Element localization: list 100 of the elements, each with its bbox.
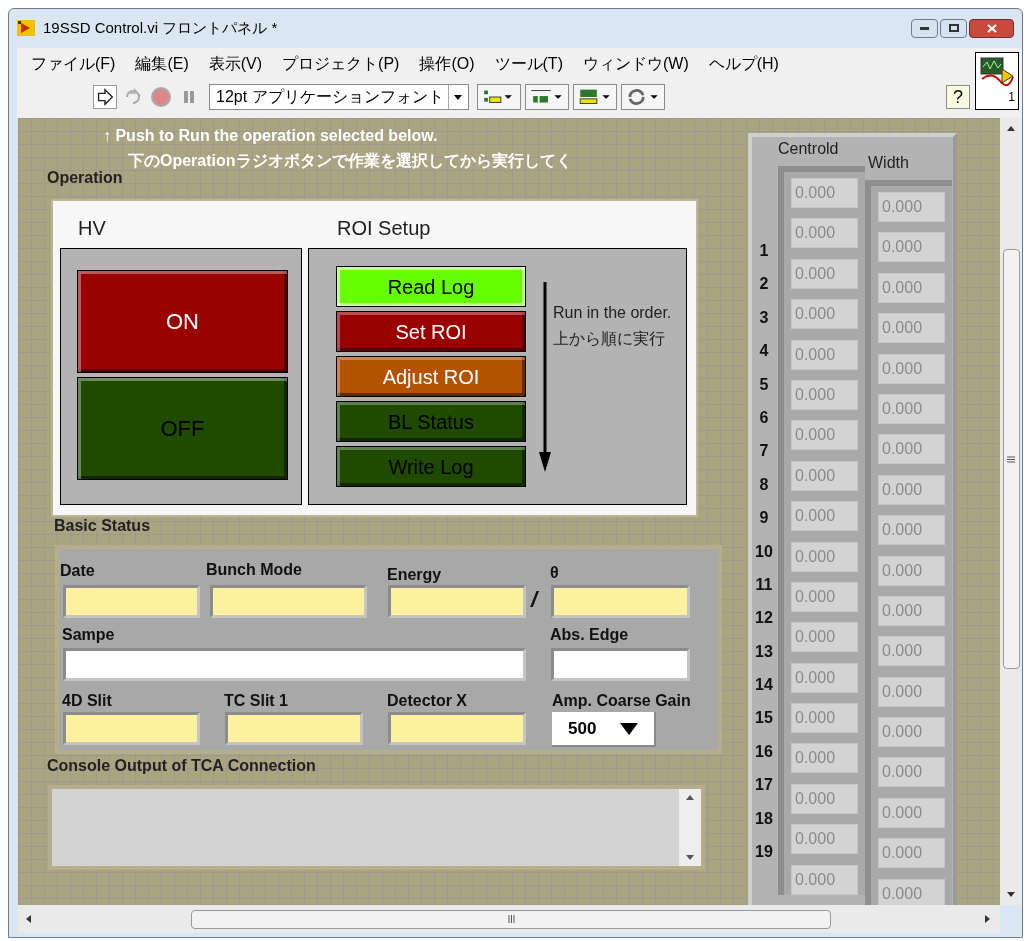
reorder-icon[interactable] [620, 84, 665, 110]
numeric-cell: 0.000 [878, 676, 945, 707]
separator-text: / [531, 586, 538, 614]
numeric-cell: 0.000 [878, 272, 945, 303]
scroll-thumb[interactable] [191, 909, 831, 929]
index-label: 19 [755, 842, 773, 863]
menu-item[interactable]: プロジェクト(P) [282, 52, 400, 76]
numeric-cell: 0.000 [878, 717, 945, 748]
numeric-cell: 0.000 [791, 501, 858, 532]
numeric-cell: 0.000 [791, 339, 858, 370]
numeric-cell: 0.000 [878, 515, 945, 546]
index-label: 12 [755, 608, 773, 629]
minimize-icon [920, 26, 929, 30]
numeric-cell: 0.000 [791, 743, 858, 774]
scroll-up-icon[interactable] [686, 795, 694, 800]
numeric-cell: 0.000 [878, 595, 945, 626]
menu-item[interactable]: ファイル(F) [31, 52, 116, 76]
scroll-thumb[interactable] [1002, 249, 1020, 669]
caret-icon [620, 722, 639, 735]
index-label: 18 [755, 808, 773, 829]
numeric-cell: 0.000 [791, 299, 858, 330]
radio-option[interactable]: Read Log [336, 266, 526, 307]
index-label: 11 [755, 574, 773, 595]
index-label: 4 [759, 341, 769, 362]
console-scrollbar[interactable] [679, 789, 701, 866]
index-label: 6 [759, 407, 769, 428]
scroll-up-icon[interactable] [1007, 126, 1015, 131]
help-button[interactable]: ? [946, 85, 970, 109]
numeric-cell: 0.000 [791, 581, 858, 612]
vertical-scrollbar[interactable] [1000, 118, 1022, 905]
index-label: 3 [759, 307, 769, 328]
numeric-cell: 0.000 [791, 541, 858, 572]
field-label: Abs. Edge [550, 625, 629, 645]
index-label: 10 [755, 541, 773, 562]
numeric-cell: 0.000 [878, 555, 945, 586]
group-label: Console Output of TCA Connection [47, 756, 316, 776]
array-label: Centrold [778, 139, 839, 159]
menu-item[interactable]: 表示(V) [208, 52, 263, 76]
input-field[interactable] [551, 648, 690, 681]
index-label: 2 [759, 274, 769, 295]
numeric-cell: 0.000 [791, 703, 858, 734]
index-label: 14 [755, 675, 773, 696]
minimize-button[interactable] [911, 18, 938, 38]
input-field[interactable] [63, 648, 526, 681]
index-label: 16 [755, 741, 773, 762]
scroll-right-icon[interactable] [985, 915, 990, 923]
font-dropdown[interactable]: 12pt アプリケーションフォント [209, 84, 469, 110]
maximize-button[interactable] [940, 18, 967, 38]
index-label: 17 [755, 775, 773, 796]
menu-item[interactable]: ツール(T) [494, 52, 563, 76]
connector-number: 1 [1008, 91, 1015, 103]
gain-dropdown[interactable]: 500 [552, 712, 656, 747]
control-label: ROI Setup [337, 216, 431, 241]
window-title: 19SSD Control.vi フロントパネル * [43, 17, 278, 38]
field-label: Bunch Mode [206, 560, 302, 580]
index-label: 1 [759, 241, 769, 261]
group-label: Basic Status [54, 516, 151, 536]
numeric-cell: 0.000 [791, 218, 858, 249]
numeric-cell: 0.000 [791, 460, 858, 491]
radio-option[interactable]: Adjust ROI [336, 356, 526, 397]
distribute-objects-icon[interactable] [524, 84, 569, 110]
app-icon [17, 20, 35, 36]
grip-icon [1007, 455, 1015, 463]
field-label: TC Slit 1 [224, 691, 288, 711]
scroll-down-icon[interactable] [686, 855, 694, 860]
align-objects-icon[interactable] [476, 84, 521, 110]
menu-item[interactable]: ウィンドウ(W) [582, 52, 689, 76]
scroll-down-icon[interactable] [1007, 892, 1015, 897]
hv-button[interactable]: ON [77, 270, 288, 373]
grip-icon [507, 915, 515, 923]
group-label: Operation [47, 168, 123, 188]
radio-option[interactable]: Set ROI [336, 311, 526, 352]
menu-item[interactable]: 編集(E) [135, 52, 189, 76]
numeric-cell: 0.000 [878, 232, 945, 263]
horizontal-scrollbar[interactable] [18, 905, 1000, 933]
close-icon [986, 23, 997, 33]
numeric-cell: 0.000 [791, 178, 858, 208]
numeric-cell: 0.000 [878, 474, 945, 505]
numeric-cell: 0.000 [791, 258, 858, 289]
maximize-icon [948, 24, 959, 32]
menu-item[interactable]: 操作(O) [419, 52, 475, 76]
numeric-cell: 0.000 [791, 824, 858, 855]
note-text: 上から順に実行 [553, 329, 665, 349]
numeric-cell: 0.000 [791, 783, 858, 814]
index-label: 15 [755, 708, 773, 729]
close-button[interactable] [969, 18, 1014, 38]
numeric-cell: 0.000 [878, 878, 945, 905]
resize-objects-icon[interactable] [572, 84, 617, 110]
field-label: 4D Slit [62, 691, 112, 711]
numeric-cell: 0.000 [878, 313, 945, 344]
numeric-cell: 0.000 [791, 420, 858, 451]
scroll-left-icon[interactable] [26, 915, 31, 923]
index-label: 5 [759, 374, 769, 395]
numeric-cell: 0.000 [878, 353, 945, 384]
note-text: Run in the order. [553, 303, 672, 323]
numeric-cell: 0.000 [878, 434, 945, 465]
numeric-cell: 0.000 [878, 192, 945, 222]
numeric-cell: 0.000 [791, 662, 858, 693]
menu-item[interactable]: ヘルプ(H) [708, 52, 779, 76]
field-label: Sampe [62, 625, 115, 645]
